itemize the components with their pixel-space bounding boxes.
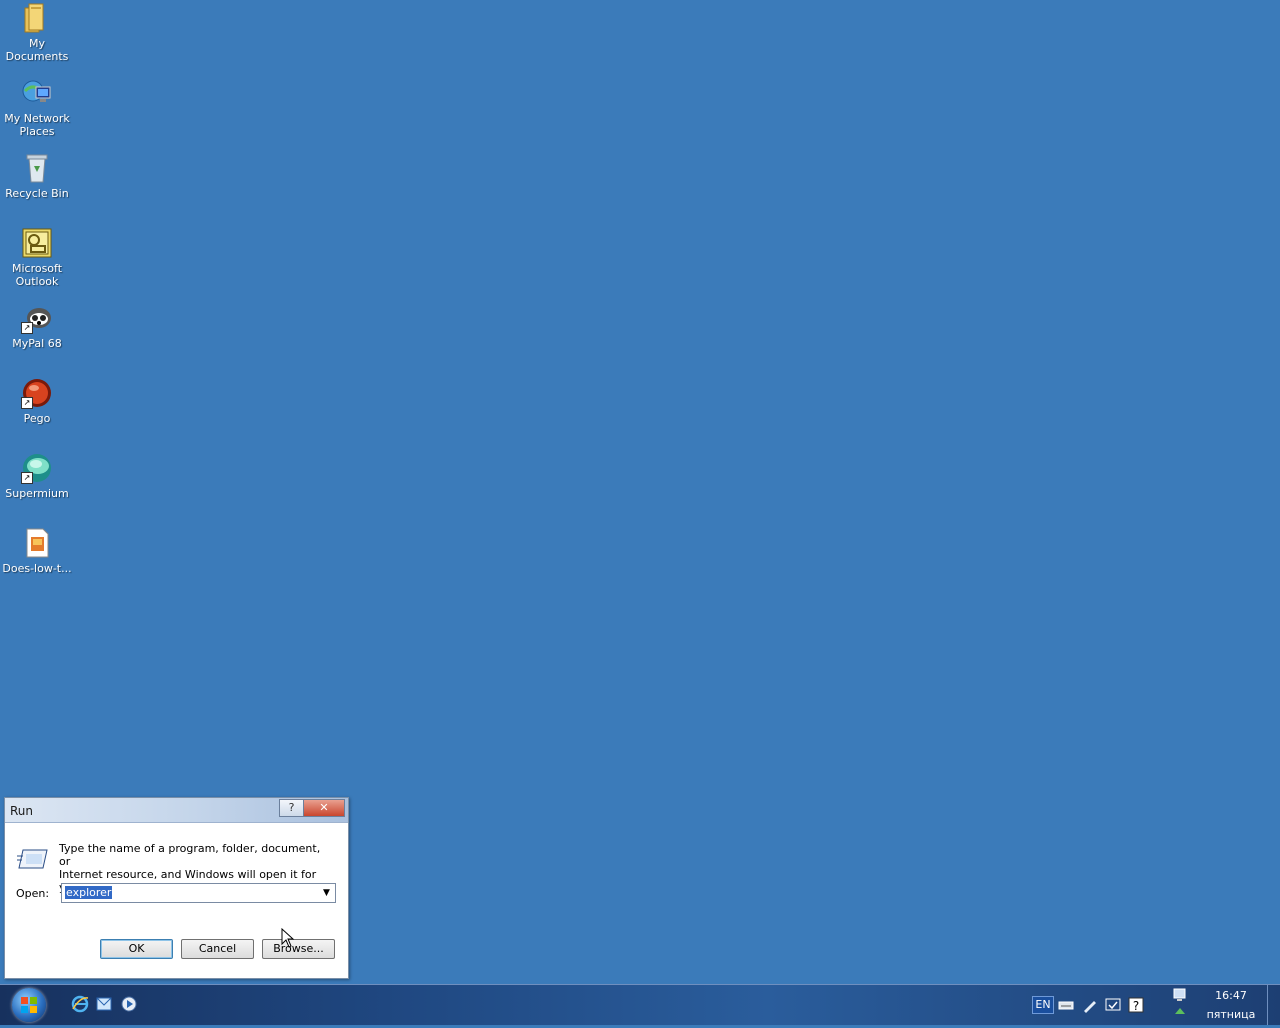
network-icon[interactable]	[1171, 988, 1189, 1014]
desktop-icon-label: Documents	[5, 50, 69, 63]
desktop-icon-label: Places	[19, 125, 55, 138]
help-icon[interactable]: ?	[1127, 996, 1145, 1014]
clock-day[interactable]: пятница	[1200, 1008, 1262, 1021]
run-dialog-titlebar[interactable]: Run ? ✕	[5, 798, 348, 823]
media-player-icon[interactable]	[120, 995, 138, 1013]
supermium-icon: ↗	[21, 452, 53, 484]
internet-explorer-icon[interactable]	[71, 995, 89, 1013]
desktop-icon-label: MyPal 68	[12, 337, 62, 350]
run-dialog: Run ? ✕ Type the name of a program, fold…	[4, 797, 349, 979]
desktop-icon-label: My Network	[4, 112, 70, 125]
desktop-icon-microsoft-outlook[interactable]: Microsoft Outlook	[2, 227, 72, 288]
mouse-cursor-icon	[281, 927, 295, 948]
open-label: Open:	[16, 887, 50, 900]
open-input[interactable]: explorer	[65, 886, 113, 899]
language-indicator[interactable]: EN	[1032, 996, 1054, 1014]
svg-text:?: ?	[1133, 999, 1139, 1013]
browse-button[interactable]: Browse...	[262, 939, 335, 959]
desktop-icon-mypal[interactable]: ↗ MyPal 68	[2, 302, 72, 350]
open-combobox[interactable]: explorer ▼	[61, 883, 336, 903]
shortcut-arrow-icon: ↗	[21, 472, 33, 484]
pen-icon[interactable]	[1081, 996, 1099, 1014]
close-button[interactable]: ✕	[303, 799, 345, 817]
pego-icon: ↗	[21, 377, 53, 409]
run-description-line: Type the name of a program, folder, docu…	[59, 842, 321, 868]
windows-logo-icon	[21, 997, 37, 1013]
chevron-down-icon[interactable]: ▼	[318, 884, 335, 902]
outlook-icon	[21, 227, 53, 259]
document-icon	[21, 527, 53, 559]
recycle-bin-icon	[21, 152, 53, 184]
desktop-icon-my-documents[interactable]: My Documents	[2, 2, 72, 63]
show-desktop-button[interactable]	[1267, 985, 1280, 1025]
start-button[interactable]	[12, 988, 46, 1022]
desktop-icon-supermium[interactable]: ↗ Supermium	[2, 452, 72, 500]
desktop-icon-pego[interactable]: ↗ Pego	[2, 377, 72, 425]
network-places-icon	[21, 77, 53, 109]
outlook-express-icon[interactable]	[95, 995, 113, 1013]
shortcut-arrow-icon: ↗	[21, 397, 33, 409]
desktop-icon-label: Supermium	[5, 487, 69, 500]
help-button[interactable]: ?	[279, 799, 304, 817]
folder-icon	[21, 2, 53, 34]
desktop-icon-label: Outlook	[15, 275, 59, 288]
cancel-button[interactable]: Cancel	[181, 939, 254, 959]
ok-button[interactable]: OK	[100, 939, 173, 959]
shortcut-arrow-icon: ↗	[21, 322, 33, 334]
run-dialog-title: Run	[10, 804, 34, 818]
desktop-icon-label: My	[28, 37, 45, 50]
clock-time[interactable]: 16:47	[1200, 989, 1262, 1002]
desktop-icon-recycle-bin[interactable]: Recycle Bin	[2, 152, 72, 200]
desktop-icon-label: Recycle Bin	[5, 187, 69, 200]
desktop-icon-label: Does-low-t...	[2, 562, 72, 575]
keyboard-icon[interactable]	[1057, 996, 1075, 1014]
desktop-icon-document[interactable]: Does-low-t...	[2, 527, 72, 575]
mypal-icon: ↗	[21, 302, 53, 334]
taskbar: EN ? 16:47 пятница	[0, 984, 1280, 1025]
desktop-icon-label: Microsoft	[11, 262, 63, 275]
language-bar-settings-icon[interactable]	[1104, 996, 1122, 1014]
desktop-icon-my-network-places[interactable]: My Network Places	[2, 77, 72, 138]
run-program-icon	[17, 846, 49, 870]
desktop-icon-label: Pego	[23, 412, 51, 425]
